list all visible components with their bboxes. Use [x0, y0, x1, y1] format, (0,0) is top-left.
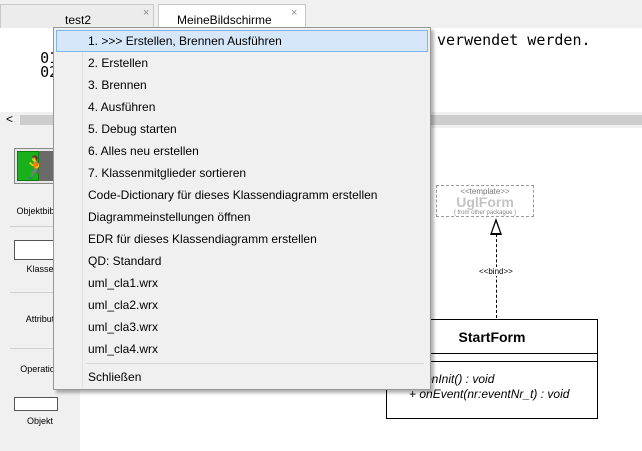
- menu-item-build[interactable]: 2. Erstellen: [56, 52, 428, 74]
- close-icon[interactable]: ×: [291, 7, 297, 19]
- tab-test2[interactable]: test2 ×: [0, 4, 154, 28]
- klasse-tool[interactable]: [14, 240, 54, 260]
- menu-item-diagram-settings[interactable]: Diagrammeinstellungen öffnen: [56, 206, 428, 228]
- method-onevent: + onEvent(nr:eventNr_t) : void: [409, 387, 570, 401]
- menu-item-edr[interactable]: EDR für dieses Klassendiagramm erstellen: [56, 228, 428, 250]
- menu-item-code-dictionary[interactable]: Code-Dictionary für dieses Klassendiagra…: [56, 184, 428, 206]
- scroll-left-icon[interactable]: <: [6, 112, 13, 126]
- menu-item-uml-cla1[interactable]: uml_cla1.wrx: [56, 272, 428, 294]
- close-icon[interactable]: ×: [143, 7, 149, 19]
- tab-label: MeineBildschirme: [177, 13, 272, 27]
- menu-item-run[interactable]: 4. Ausführen: [56, 96, 428, 118]
- run-icon-green-part: 🏃: [17, 151, 49, 181]
- objekt-tool[interactable]: [14, 397, 58, 411]
- template-class-box[interactable]: <<template>> UglForm { from other packag…: [436, 185, 534, 217]
- menu-item-sort-members[interactable]: 7. Klassenmitglieder sortieren: [56, 162, 428, 184]
- objekt-label: Objekt: [26, 416, 53, 426]
- run-icon[interactable]: 🏃: [14, 148, 54, 184]
- tab-strip: test2 × MeineBildschirme ×: [0, 0, 642, 29]
- template-package: { from other packague }: [453, 210, 517, 216]
- menu-item-uml-cla3[interactable]: uml_cla3.wrx: [56, 316, 428, 338]
- arrow-fill: [492, 222, 500, 233]
- method-oninit: onInit() : void: [425, 372, 495, 386]
- tab-meinebildschirme[interactable]: MeineBildschirme ×: [158, 4, 306, 29]
- template-name: UglForm: [456, 194, 514, 210]
- run-icon-gray-part: [39, 151, 53, 181]
- menu-item-debug[interactable]: 5. Debug starten: [56, 118, 428, 140]
- editor-line-1-tail: verwendet werden.: [437, 31, 591, 49]
- menu-item-qd-standard[interactable]: QD: Standard: [56, 250, 428, 272]
- menu-item-build-burn-run[interactable]: 1. >>> Erstellen, Brennen Ausführen: [56, 30, 428, 52]
- menu-item-close[interactable]: Schließen: [56, 366, 428, 388]
- menu-item-uml-cla4[interactable]: uml_cla4.wrx: [56, 338, 428, 360]
- bind-label: <<bind>>: [479, 267, 513, 276]
- menu-item-burn[interactable]: 3. Brennen: [56, 74, 428, 96]
- tab-label: test2: [65, 13, 92, 27]
- menu-item-rebuild-all[interactable]: 6. Alles neu erstellen: [56, 140, 428, 162]
- menu-item-uml-cla2[interactable]: uml_cla2.wrx: [56, 294, 428, 316]
- menu-separator: [86, 363, 424, 364]
- bind-connector[interactable]: [496, 234, 497, 318]
- context-menu: 1. >>> Erstellen, Brennen Ausführen 2. E…: [53, 27, 431, 390]
